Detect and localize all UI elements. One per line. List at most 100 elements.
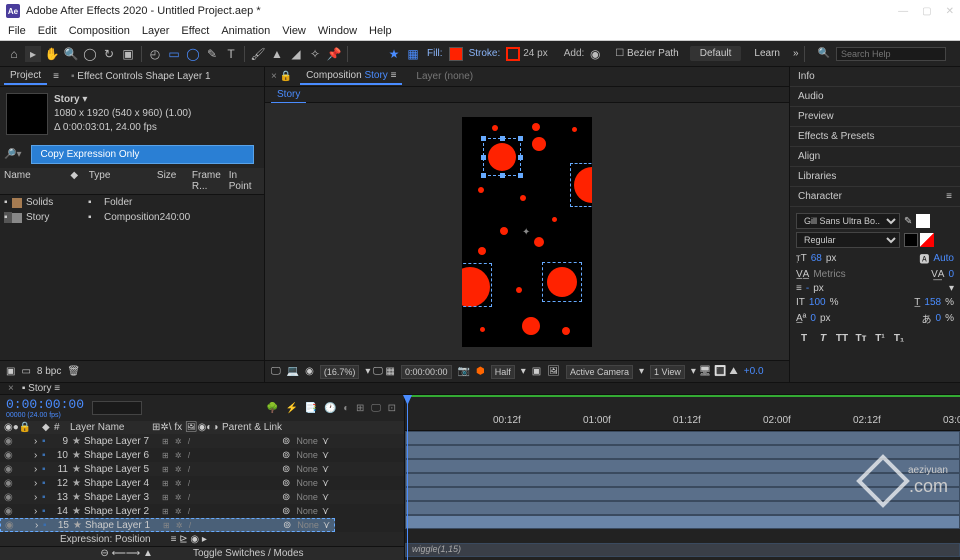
project-item-solids[interactable]: ▪ Solids ▪ Folder <box>0 195 264 210</box>
layer-bar[interactable] <box>405 459 960 473</box>
brush-tool-icon[interactable]: 🖌 <box>250 46 266 62</box>
fill-swatch[interactable] <box>449 47 463 61</box>
subtab-story[interactable]: Story <box>271 87 306 103</box>
tab-project[interactable]: Project <box>4 68 47 85</box>
panel-effects-presets[interactable]: Effects & Presets <box>790 127 960 147</box>
mask-icon[interactable]: ◉ <box>305 366 314 377</box>
text-fill-swatch[interactable] <box>916 214 930 228</box>
menu-layer[interactable]: Layer <box>142 25 170 37</box>
kerning-value[interactable]: Metrics <box>813 269 845 280</box>
workspace-more-icon[interactable]: » <box>793 48 799 59</box>
orbit-tool-icon[interactable]: ◯ <box>82 46 98 62</box>
layer-bar[interactable] <box>405 487 960 501</box>
panel-audio[interactable]: Audio <box>790 87 960 107</box>
rotate-tool-icon[interactable]: ↻ <box>101 46 117 62</box>
timeline-layer-row[interactable]: ◉›▪10★Shape Layer 6⊞ ✲ /⊚None⋎ <box>0 448 404 462</box>
channel-icon[interactable]: ⬢ <box>476 366 485 377</box>
menu-window[interactable]: Window <box>318 25 357 37</box>
bold-button[interactable]: T <box>796 330 812 346</box>
interpret-icon[interactable]: ▣ <box>6 366 15 377</box>
minimize-button[interactable]: — <box>898 6 908 17</box>
panel-menu-icon[interactable]: ≡ <box>946 191 952 202</box>
camera-dropdown[interactable]: Active Camera <box>566 365 633 379</box>
time-ruler[interactable]: 00:12f 01:00f 01:12f 02:00f 02:12f 03:00… <box>405 395 960 431</box>
font-weight-select[interactable]: Regular <box>796 232 900 248</box>
grid-icon[interactable]: 💻 <box>287 366 299 377</box>
timeline-layer-row[interactable]: ◉›▪11★Shape Layer 5⊞ ✲ /⊚None⋎ <box>0 462 404 476</box>
superscript-button[interactable]: T¹ <box>872 330 888 346</box>
timeline-search[interactable] <box>92 401 142 415</box>
menu-effect[interactable]: Effect <box>181 25 209 37</box>
timeline-tracks[interactable]: 00:12f 01:00f 01:12f 02:00f 02:12f 03:00… <box>405 395 960 560</box>
search-help-input[interactable] <box>836 47 946 61</box>
subscript-button[interactable]: T₁ <box>891 330 907 346</box>
layer-bar[interactable] <box>405 473 960 487</box>
eraser-tool-icon[interactable]: ◢ <box>288 46 304 62</box>
tab-project-menu-icon[interactable]: ≡ <box>53 71 59 82</box>
panel-character-header[interactable]: Character≡ <box>790 187 960 207</box>
roto-tool-icon[interactable]: ✧ <box>307 46 323 62</box>
stroke-swatch[interactable] <box>506 47 520 61</box>
text-stroke-swatch[interactable] <box>904 233 918 247</box>
folder-icon[interactable]: ▭ <box>21 366 30 377</box>
leading-value[interactable]: Auto <box>933 253 954 264</box>
magnify-icon[interactable]: 🖵 <box>271 366 281 377</box>
menu-help[interactable]: Help <box>369 25 392 37</box>
layer-bar[interactable] <box>405 431 960 445</box>
composition-canvas[interactable]: ✦ <box>462 117 592 347</box>
exposure-value[interactable]: +0.0 <box>744 366 764 377</box>
hscale-value[interactable]: 158 <box>924 297 941 308</box>
no-color-swatch[interactable] <box>920 233 934 247</box>
eyedropper-icon[interactable]: ✎ <box>904 216 912 227</box>
trash-icon[interactable]: 🗑 <box>67 366 80 377</box>
property-position[interactable]: ⋎ ŎPosition531.5,955.9 <box>0 518 404 532</box>
panel-align[interactable]: Align <box>790 147 960 167</box>
expression-field[interactable]: wiggle(1,15) <box>405 543 960 557</box>
menu-file[interactable]: File <box>8 25 26 37</box>
vscale-value[interactable]: 100 <box>809 297 826 308</box>
stamp-tool-icon[interactable]: ▲ <box>269 46 285 62</box>
project-item-story[interactable]: ▪ Story ▪ Composition 24 0:00 <box>0 210 264 225</box>
layer-bar[interactable] <box>405 445 960 459</box>
snapshot-icon[interactable]: 📷 <box>458 366 470 377</box>
allcaps-button[interactable]: TT <box>834 330 850 346</box>
zoom-slider-icon[interactable]: ⊖ ⟵⟶ ▲ <box>100 548 153 559</box>
layer-bar[interactable] <box>405 515 960 529</box>
time-display[interactable]: 0:00:00:00 <box>401 365 452 379</box>
ellipse-tool-icon[interactable]: ◯ <box>185 46 201 62</box>
snap-icon[interactable]: ▦ <box>405 46 421 62</box>
close-button[interactable]: ✕ <box>946 6 954 17</box>
font-size-value[interactable]: 68 <box>811 253 822 264</box>
current-time[interactable]: 0:00:00:00 <box>6 397 84 412</box>
region-icon[interactable]: ▣ <box>532 366 541 377</box>
font-family-select[interactable]: Gill Sans Ultra Bo... <box>796 213 900 229</box>
timeline-layer-row[interactable]: ◉›▪9★Shape Layer 7⊞ ✲ /⊚None⋎ <box>0 434 404 448</box>
maximize-button[interactable]: ▢ <box>922 6 931 17</box>
panel-libraries[interactable]: Libraries <box>790 167 960 187</box>
view-dropdown[interactable]: 1 View <box>650 365 685 379</box>
home-icon[interactable]: ⌂ <box>6 46 22 62</box>
text-stroke-value[interactable]: - <box>806 283 809 294</box>
workspace-learn[interactable]: Learn <box>744 46 790 61</box>
lock-icon[interactable]: × 🔒 <box>271 71 292 82</box>
timeline-tab[interactable]: ▪ Story ≡ <box>22 383 60 394</box>
timeline-layer-row[interactable]: ◉›▪12★Shape Layer 4⊞ ✲ /⊚None⋎ <box>0 476 404 490</box>
context-menu-copy-expression[interactable]: Copy Expression Only <box>31 145 254 164</box>
panel-info[interactable]: Info <box>790 67 960 87</box>
timeline-layer-row[interactable]: ◉›▪14★Shape Layer 2⊞ ✲ /⊚None⋎ <box>0 504 404 518</box>
search-project-icon[interactable]: 🔎▾ <box>4 149 21 160</box>
timeline-layer-row[interactable]: ◉›▪13★Shape Layer 3⊞ ✲ /⊚None⋎ <box>0 490 404 504</box>
add-dropdown-icon[interactable]: ◉ <box>587 46 603 62</box>
resolution-dropdown[interactable]: Half <box>491 365 515 379</box>
toggle-switches-button[interactable]: Toggle Switches / Modes <box>193 548 304 559</box>
pen-tool-icon[interactable]: ✎ <box>204 46 220 62</box>
res-icon[interactable]: ▾ 🖵 ▦ <box>365 366 395 377</box>
tab-composition[interactable]: Composition Story ≡ <box>300 68 402 85</box>
smallcaps-button[interactable]: Tᴛ <box>853 330 869 346</box>
stroke-width[interactable]: 24 px <box>523 48 547 59</box>
zoom-dropdown[interactable]: (16.7%) <box>320 365 360 379</box>
menu-view[interactable]: View <box>282 25 306 37</box>
menu-composition[interactable]: Composition <box>69 25 130 37</box>
stroke-over-icon[interactable]: ▾ <box>949 283 954 294</box>
expression-row[interactable]: Expression: Position≡ ⊵ ◉ ▸ <box>0 532 404 546</box>
